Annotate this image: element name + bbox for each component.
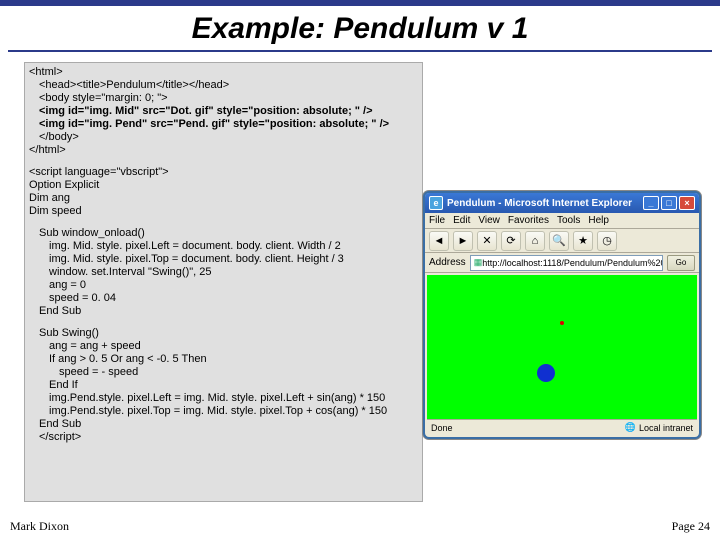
home-button[interactable]: ⌂ — [525, 231, 545, 251]
address-bar: Address ▦ http://localhost:1118/Pendulum… — [425, 253, 699, 273]
code-line: <script language="vbscript"> — [29, 166, 418, 179]
menu-edit[interactable]: Edit — [453, 215, 470, 226]
code-line: ang = 0 — [49, 279, 418, 292]
stop-button[interactable]: ✕ — [477, 231, 497, 251]
menu-file[interactable]: File — [429, 215, 445, 226]
go-button[interactable]: Go — [667, 255, 695, 271]
favorites-button[interactable]: ★ — [573, 231, 593, 251]
slide-footer: Mark Dixon Page 24 — [0, 519, 720, 534]
status-text: Done — [431, 423, 453, 433]
code-line: img.Pend.style. pixel.Left = img. Mid. s… — [49, 392, 418, 405]
menu-favorites[interactable]: Favorites — [508, 215, 549, 226]
code-line: Dim speed — [29, 205, 418, 218]
page-viewport — [427, 275, 697, 419]
address-input[interactable]: ▦ http://localhost:1118/Pendulum/Pendulu… — [470, 255, 663, 271]
code-line: End If — [49, 379, 418, 392]
maximize-button[interactable]: □ — [661, 196, 677, 210]
ie-icon: e — [429, 196, 443, 210]
menubar: File Edit View Favorites Tools Help — [425, 213, 699, 229]
code-line: speed = - speed — [59, 366, 418, 379]
page-icon: ▦ — [474, 257, 483, 268]
code-line: Option Explicit — [29, 179, 418, 192]
slide-top-accent — [0, 0, 720, 6]
footer-author: Mark Dixon — [10, 519, 69, 534]
code-line: End Sub — [39, 418, 418, 431]
code-line: speed = 0. 04 — [49, 292, 418, 305]
code-line: img.Pend.style. pixel.Top = img. Mid. st… — [49, 405, 418, 418]
back-button[interactable]: ◄ — [429, 231, 449, 251]
code-line: <html> — [29, 66, 418, 79]
search-button[interactable]: 🔍 — [549, 231, 569, 251]
menu-view[interactable]: View — [478, 215, 500, 226]
ie-window: e Pendulum - Microsoft Internet Explorer… — [423, 191, 701, 439]
code-line: Sub Swing() — [39, 327, 418, 340]
refresh-button[interactable]: ⟳ — [501, 231, 521, 251]
pivot-dot — [560, 321, 564, 325]
code-line: ang = ang + speed — [49, 340, 418, 353]
pendulum-bob — [537, 364, 555, 382]
code-line: End Sub — [39, 305, 418, 318]
code-line: <body style="margin: 0; "> — [39, 92, 418, 105]
titlebar: e Pendulum - Microsoft Internet Explorer… — [425, 193, 699, 213]
code-line: window. set.Interval "Swing()", 25 — [49, 266, 418, 279]
window-title: Pendulum - Microsoft Internet Explorer — [447, 198, 632, 209]
code-line: Dim ang — [29, 192, 418, 205]
close-button[interactable]: × — [679, 196, 695, 210]
code-line: img. Mid. style. pixel.Left = document. … — [49, 240, 418, 253]
footer-page: Page 24 — [672, 519, 710, 534]
history-button[interactable]: ◷ — [597, 231, 617, 251]
minimize-button[interactable]: _ — [643, 196, 659, 210]
title-rule — [8, 50, 712, 52]
menu-help[interactable]: Help — [588, 215, 609, 226]
code-line: If ang > 0. 5 Or ang < -0. 5 Then — [49, 353, 418, 366]
globe-icon: 🌐 — [625, 422, 636, 433]
slide-title: Example: Pendulum v 1 — [0, 12, 720, 46]
statusbar: Done 🌐Local intranet — [427, 419, 697, 435]
menu-tools[interactable]: Tools — [557, 215, 580, 226]
code-line: Sub window_onload() — [39, 227, 418, 240]
code-line: img. Mid. style. pixel.Top = document. b… — [49, 253, 418, 266]
code-line-endscript: </script> — [39, 431, 418, 444]
code-listing: <html> <head><title>Pendulum</title></he… — [24, 62, 423, 502]
address-label: Address — [429, 257, 466, 268]
address-value: http://localhost:1118/Pendulum/Pendulum%… — [482, 258, 663, 268]
code-line: </html> — [29, 144, 418, 157]
code-line: <img id="img. Mid" src="Dot. gif" style=… — [39, 105, 418, 118]
code-line: <img id="img. Pend" src="Pend. gif" styl… — [39, 118, 418, 131]
code-line: </body> — [39, 131, 418, 144]
forward-button[interactable]: ► — [453, 231, 473, 251]
toolbar: ◄ ► ✕ ⟳ ⌂ 🔍 ★ ◷ — [425, 229, 699, 253]
code-line: <head><title>Pendulum</title></head> — [39, 79, 418, 92]
zone-text: Local intranet — [639, 423, 693, 433]
